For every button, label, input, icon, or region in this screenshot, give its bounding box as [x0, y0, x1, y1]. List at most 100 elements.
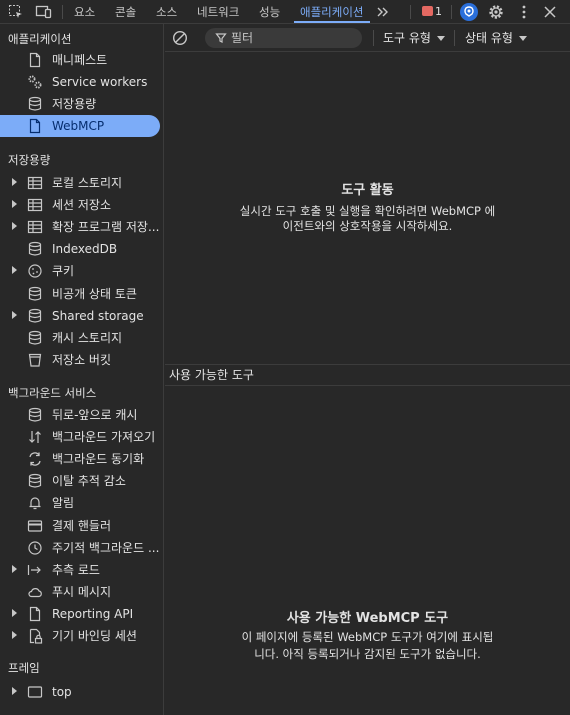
sync-icon	[27, 451, 43, 467]
sidebar-item-이탈-추적-감소[interactable]: 이탈 추적 감소	[0, 470, 164, 492]
sidebar-item-푸시-메시지[interactable]: 푸시 메시지	[0, 581, 164, 603]
file-icon	[27, 606, 43, 622]
sidebar-item-label: 뒤로-앞으로 캐시	[52, 408, 138, 422]
section-header[interactable]: 애플리케이션	[8, 31, 71, 47]
chevron-down-icon	[436, 36, 445, 41]
sidebar-item-label: 세션 저장소	[52, 198, 112, 212]
available-tools-header: 사용 가능한 도구	[165, 364, 570, 386]
filter-icon	[215, 32, 227, 44]
table-icon	[27, 175, 43, 191]
frame-icon	[27, 684, 43, 700]
ai-assistant-icon[interactable]	[460, 3, 478, 21]
sidebar-item-label: 로컬 스토리지	[52, 176, 123, 190]
filter-input[interactable]	[231, 28, 356, 48]
tab-sources[interactable]: 소스	[156, 0, 177, 24]
more-options-icon[interactable]	[516, 4, 532, 20]
expand-arrow-icon[interactable]	[12, 178, 17, 186]
sidebar-item-label: 추측 로드	[52, 563, 100, 577]
sidebar-item-추측-로드[interactable]: 추측 로드	[0, 559, 164, 581]
sidebar-item-뒤로-앞으로-캐시[interactable]: 뒤로-앞으로 캐시	[0, 404, 164, 426]
more-tabs-icon[interactable]	[376, 5, 390, 19]
expand-arrow-icon[interactable]	[12, 200, 17, 208]
sidebar-item-저장소-버킷[interactable]: 저장소 버킷	[0, 349, 164, 371]
sidebar-item-세션-저장소[interactable]: 세션 저장소	[0, 194, 164, 216]
sidebar-item-indexeddb[interactable]: IndexedDB	[0, 238, 164, 260]
filter-box[interactable]	[205, 28, 362, 48]
sidebar: 애플리케이션 매니페스트 Service workers 저장용량 WebMCP 저장용량…	[0, 24, 164, 715]
sidebar-item-reporting-api[interactable]: Reporting API	[0, 603, 164, 625]
error-count[interactable]: 1	[435, 0, 442, 24]
error-badge-icon[interactable]	[422, 6, 433, 16]
sidebar-item-매니페스트[interactable]: 매니페스트	[0, 49, 164, 71]
sidebar-item-기기-바인딩-세션[interactable]: 기기 바인딩 세션	[0, 625, 164, 647]
devtools-tab-bar: 요소 콘솔 소스 네트워크 성능 애플리케이션 1	[0, 0, 570, 24]
sidebar-item-알림[interactable]: 알림	[0, 492, 164, 514]
sidebar-item-백그라운드-동기화[interactable]: 백그라운드 동기화	[0, 448, 164, 470]
sidebar-item-label: WebMCP	[52, 119, 105, 133]
tool-type-dropdown[interactable]: 도구 유형	[383, 24, 445, 52]
tab-performance[interactable]: 성능	[259, 0, 280, 24]
table-icon	[27, 219, 43, 235]
close-icon[interactable]	[543, 5, 557, 19]
gear-icon[interactable]	[487, 3, 505, 21]
expand-arrow-icon[interactable]	[12, 311, 17, 319]
tab-console[interactable]: 콘솔	[115, 0, 136, 24]
section-header[interactable]: 백그라운드 서비스	[8, 385, 96, 401]
database-icon	[27, 330, 43, 346]
sidebar-item-label: 저장소 버킷	[52, 353, 112, 367]
expand-arrow-icon[interactable]	[12, 687, 17, 695]
sidebar-item-로컬-스토리지[interactable]: 로컬 스토리지	[0, 172, 164, 194]
sidebar-item-비공개-상태-토큰[interactable]: 비공개 상태 토큰	[0, 283, 164, 305]
expand-arrow-icon[interactable]	[12, 222, 17, 230]
sidebar-item-확장-프로그램-저장[interactable]: 확장 프로그램 저장...	[0, 216, 164, 238]
sidebar-item-label: Shared storage	[52, 309, 144, 323]
expand-arrow-icon[interactable]	[12, 631, 17, 639]
sidebar-item-webmcp[interactable]: WebMCP	[0, 115, 164, 137]
device-toolbar-icon[interactable]	[35, 4, 53, 20]
sidebar-item-label: Reporting API	[52, 607, 134, 621]
sidebar-item-top[interactable]: top	[0, 681, 164, 703]
bucket-icon	[27, 352, 43, 368]
database-icon	[27, 96, 43, 112]
sidebar-item-백그라운드-가져오기[interactable]: 백그라운드 가져오기	[0, 426, 164, 448]
section-header[interactable]: 저장용량	[8, 152, 50, 168]
tab-elements[interactable]: 요소	[74, 0, 95, 24]
section-header[interactable]: 프레임	[8, 660, 40, 676]
status-type-label: 상태 유형	[465, 31, 513, 45]
sidebar-item-label: 확장 프로그램 저장...	[52, 220, 160, 234]
sidebar-item-service-workers[interactable]: Service workers	[0, 71, 164, 93]
sidebar-item-label: 푸시 메시지	[52, 585, 112, 599]
database-icon	[27, 286, 43, 302]
sidebar-item-label: 결제 핸들러	[52, 519, 112, 533]
clear-icon[interactable]	[172, 30, 188, 46]
sidebar-item-label: 주기적 백그라운드 ...	[52, 541, 160, 555]
inspect-element-icon[interactable]	[8, 4, 24, 20]
file-icon	[27, 118, 43, 134]
available-tools-header-label: 사용 가능한 도구	[169, 368, 254, 382]
database-icon	[27, 473, 43, 489]
clock-icon	[27, 540, 43, 556]
sidebar-item-주기적-백그라운드[interactable]: 주기적 백그라운드 ...	[0, 537, 164, 559]
expand-arrow-icon[interactable]	[12, 565, 17, 573]
available-empty-desc-2: 니다. 아직 등록되거나 감지된 도구가 없습니다.	[254, 647, 481, 661]
chevron-down-icon	[518, 36, 527, 41]
sidebar-item-쿠키[interactable]: 쿠키	[0, 260, 164, 282]
arrow-bar-icon	[27, 562, 43, 578]
sidebar-item-결제-핸들러[interactable]: 결제 핸들러	[0, 515, 164, 537]
fetch-arrows-icon	[27, 429, 43, 445]
sidebar-item-shared-storage[interactable]: Shared storage	[0, 305, 164, 327]
sidebar-item-label: 비공개 상태 토큰	[52, 287, 137, 301]
activity-empty-desc-2: 이전트와의 상호작용을 시작하세요.	[282, 219, 453, 233]
sidebar-item-label: 매니페스트	[52, 53, 108, 67]
tool-type-label: 도구 유형	[383, 31, 431, 45]
lock-file-icon	[27, 628, 43, 644]
expand-arrow-icon[interactable]	[12, 266, 17, 274]
sidebar-item-label: IndexedDB	[52, 242, 118, 256]
sidebar-item-저장용량[interactable]: 저장용량	[0, 93, 164, 115]
status-type-dropdown[interactable]: 상태 유형	[465, 24, 527, 52]
sidebar-item-캐시-스토리지[interactable]: 캐시 스토리지	[0, 327, 164, 349]
tab-network[interactable]: 네트워크	[197, 0, 239, 24]
bell-icon	[27, 495, 43, 511]
webmcp-toolbar: 도구 유형 상태 유형	[165, 24, 570, 52]
expand-arrow-icon[interactable]	[12, 609, 17, 617]
